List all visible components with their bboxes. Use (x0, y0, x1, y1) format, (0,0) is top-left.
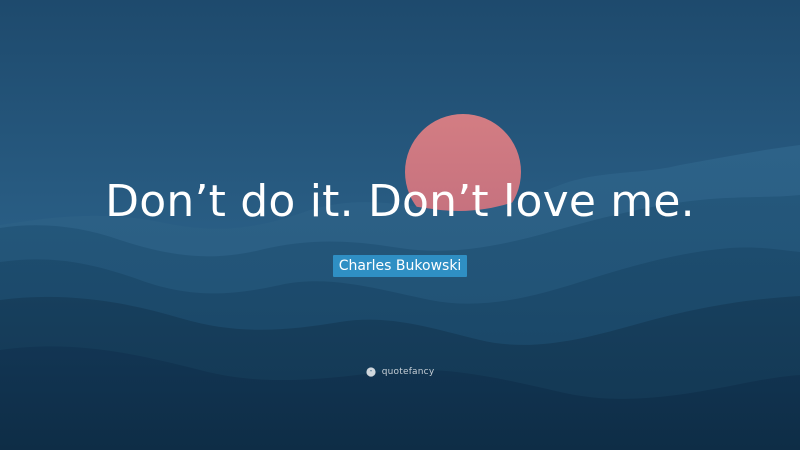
quote-text: Don’t do it. Don’t love me. (105, 176, 695, 227)
svg-text:“: “ (369, 370, 372, 376)
author-container: Charles Bukowski (0, 255, 800, 277)
brand-name: quotefancy (381, 367, 435, 377)
brand-watermark[interactable]: “ quotefancy (0, 365, 800, 380)
quotefancy-logo-icon: “ (366, 367, 376, 377)
author-badge[interactable]: Charles Bukowski (332, 255, 468, 277)
